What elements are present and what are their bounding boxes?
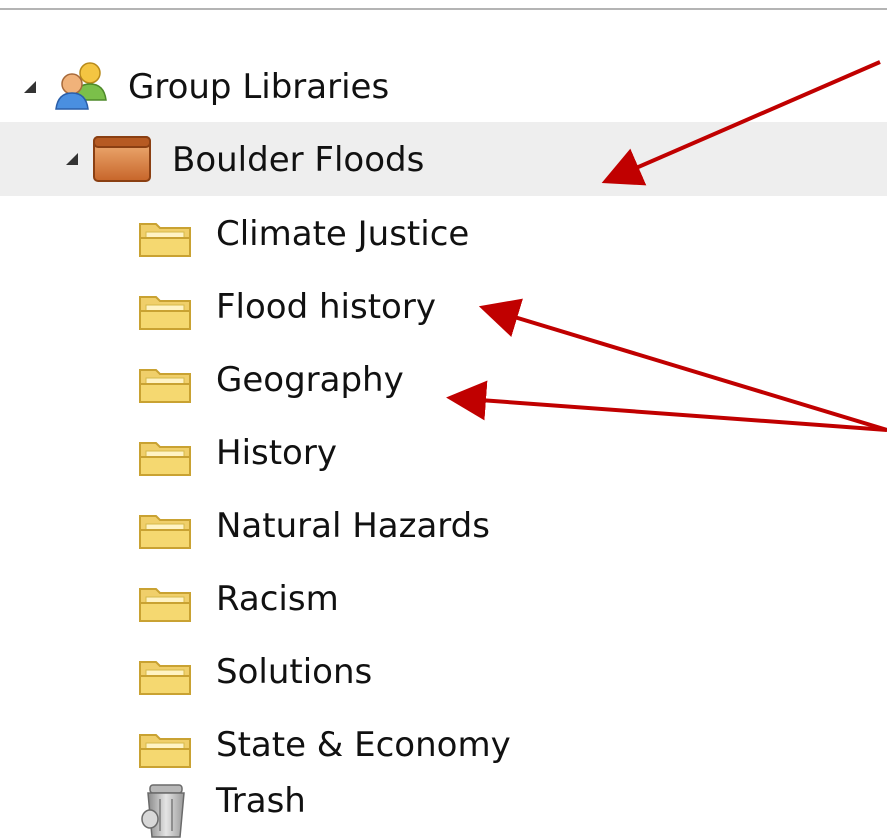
collection-item-history[interactable]: History — [0, 415, 887, 489]
folder-icon — [139, 588, 191, 622]
collection-item-climate-justice[interactable]: Climate Justice — [0, 196, 887, 270]
collection-label: Geography — [216, 360, 404, 400]
collection-label: Solutions — [216, 652, 373, 692]
collection-label: History — [216, 433, 337, 473]
collection-item-flood-history[interactable]: Flood history — [0, 269, 887, 343]
collection-item-solutions[interactable]: Solutions — [0, 634, 887, 708]
trash-icon — [141, 784, 185, 838]
folder-icon — [139, 515, 191, 549]
collection-item-geography[interactable]: Geography — [0, 342, 887, 416]
collapse-triangle-icon[interactable] — [66, 153, 78, 165]
collection-label: Racism — [216, 579, 339, 619]
collection-label: Climate Justice — [216, 214, 470, 254]
collection-label: Natural Hazards — [216, 506, 490, 546]
tree-item-boulder-floods[interactable]: Boulder Floods — [0, 122, 887, 196]
folder-icon — [139, 223, 191, 257]
library-box-icon — [93, 136, 151, 182]
tree-item-label: Group Libraries — [128, 67, 390, 107]
collection-item-racism[interactable]: Racism — [0, 561, 887, 635]
folder-icon — [139, 296, 191, 330]
tree-item-label: Boulder Floods — [172, 140, 425, 180]
tree-item-group-libraries[interactable]: Group Libraries — [0, 50, 887, 124]
collection-label: Flood history — [216, 287, 436, 327]
folder-icon — [139, 734, 191, 768]
folder-icon — [139, 661, 191, 695]
tree-item-label: Trash — [216, 781, 306, 821]
folder-icon — [139, 442, 191, 476]
collection-label: State & Economy — [216, 725, 511, 765]
collapse-triangle-icon[interactable] — [24, 81, 36, 93]
collection-item-natural-hazards[interactable]: Natural Hazards — [0, 488, 887, 562]
collections-tree: Group Libraries Boulder Floods Climate J… — [0, 0, 887, 839]
folder-icon — [139, 369, 191, 403]
tree-item-trash[interactable]: Trash — [0, 765, 887, 839]
group-users-icon — [55, 62, 107, 110]
